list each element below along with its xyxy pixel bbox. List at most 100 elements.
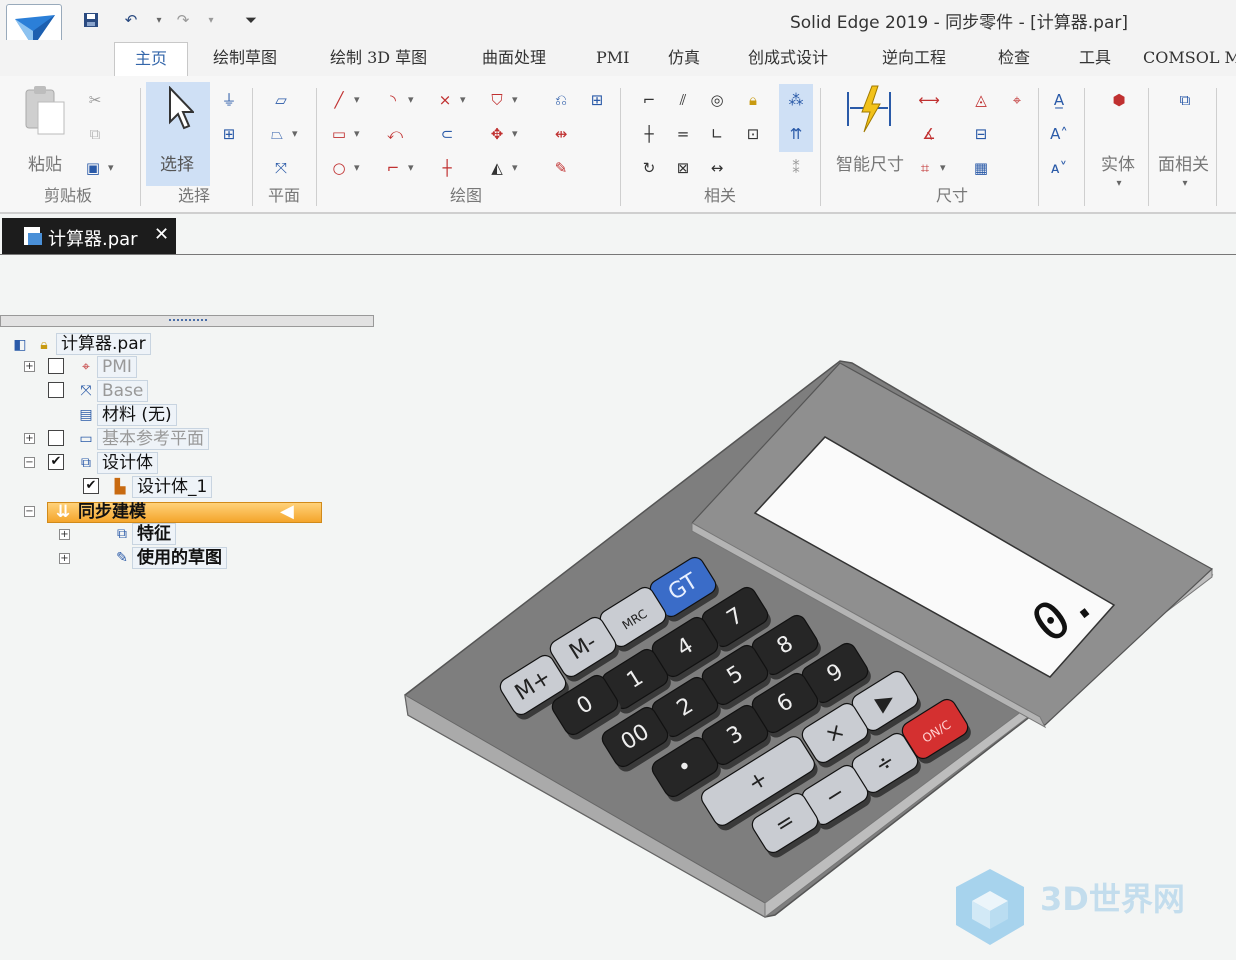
tab-reverse-engineering[interactable]: 逆向工程: [882, 42, 946, 74]
expand-features-icon[interactable]: +: [59, 529, 70, 540]
pathfinder-splitter[interactable]: [0, 315, 374, 327]
angle-between-icon[interactable]: ∡: [918, 124, 940, 144]
solid-dropdown-icon[interactable]: ▾: [1108, 174, 1130, 194]
tab-generative-design[interactable]: 创成式设计: [748, 42, 828, 74]
relationship-assistant-icon[interactable]: ⁑: [785, 158, 807, 178]
include-icon[interactable]: ⊞: [586, 90, 608, 110]
parallel-icon[interactable]: ⫽: [672, 90, 694, 110]
corner-icon[interactable]: ⌐: [382, 158, 414, 178]
fillet-icon[interactable]: ⤺: [384, 124, 406, 144]
format-painter-icon[interactable]: ▣: [82, 158, 114, 178]
move-icon[interactable]: ✥: [486, 124, 518, 144]
tree-item-material-label: 材料 (无): [97, 404, 177, 426]
close-icon[interactable]: ✕: [154, 224, 169, 245]
tree-root[interactable]: 计算器.par: [56, 333, 151, 355]
perpendicular-icon[interactable]: ⌐: [638, 90, 660, 110]
solid-label[interactable]: 实体: [1101, 150, 1135, 175]
dimension-table-icon[interactable]: ▦: [970, 158, 992, 178]
pmi-checkbox[interactable]: [48, 358, 64, 374]
arc-icon[interactable]: ◝: [382, 90, 413, 110]
collapse-design-body-icon[interactable]: −: [24, 457, 35, 468]
horizontal-vertical-icon[interactable]: ∟: [706, 124, 728, 144]
tab-tools[interactable]: 工具: [1079, 42, 1111, 74]
select-filter-icon[interactable]: ⏚: [218, 90, 240, 110]
decrease-text-icon[interactable]: ᴀ˅: [1048, 158, 1070, 178]
increase-text-icon[interactable]: A˄: [1048, 124, 1070, 144]
sketch-pencil-icon[interactable]: ✎: [550, 158, 572, 178]
tree-item-design-body-1[interactable]: 设计体_1: [132, 476, 213, 498]
collapse-sync-icon[interactable]: −: [24, 506, 35, 517]
calculator-model[interactable]: 0. GTMRCM-M+789456123000•▶×÷+ −=ON/C: [400, 355, 1215, 925]
undo-icon[interactable]: ↶: [120, 8, 142, 32]
features-icon: ⧉: [117, 526, 127, 542]
angular-coordinate-icon[interactable]: ◬: [970, 90, 992, 110]
paste-icon[interactable]: [22, 84, 68, 136]
undo-dropdown-icon[interactable]: ▾: [152, 8, 166, 32]
dimension-style-icon[interactable]: A̲: [1048, 90, 1070, 110]
tab-pmi[interactable]: PMI: [596, 42, 629, 74]
collapse-arrow-icon[interactable]: ◀: [280, 502, 294, 521]
tree-item-used-sketches[interactable]: 使用的草图: [132, 547, 227, 569]
tab-inspect[interactable]: 检查: [998, 42, 1030, 74]
rectangle-icon[interactable]: ▭: [328, 124, 360, 144]
mirror-icon[interactable]: ◭: [486, 158, 517, 178]
tab-comsol[interactable]: COMSOL Mul: [1143, 42, 1236, 74]
redo-dropdown-icon[interactable]: ▾: [204, 8, 218, 32]
tab-simulation[interactable]: 仿真: [668, 42, 700, 74]
connect-icon[interactable]: ┼: [638, 124, 660, 144]
tangent-icon[interactable]: ↻: [638, 158, 660, 178]
design-body-1-checkbox[interactable]: ✔: [83, 478, 99, 494]
concentric-icon[interactable]: ◎: [706, 90, 728, 110]
copy-icon[interactable]: ⧉: [84, 124, 106, 144]
save-icon[interactable]: [80, 8, 102, 32]
tree-item-features[interactable]: 特征: [132, 523, 176, 545]
ref-planes-checkbox[interactable]: [48, 430, 64, 446]
fill-icon[interactable]: ⛉: [486, 90, 517, 110]
lock-icon[interactable]: 🔒︎: [742, 90, 764, 110]
coordinate-dimension-icon[interactable]: ⌗: [914, 158, 946, 178]
expand-sketches-icon[interactable]: +: [59, 553, 70, 564]
smart-dimension-icon[interactable]: [844, 84, 894, 134]
distance-between-icon[interactable]: ⟷: [918, 90, 940, 110]
attach-dimension-icon[interactable]: ⌖: [1006, 90, 1028, 110]
tree-item-base[interactable]: Base: [97, 380, 149, 402]
tree-item-material[interactable]: 材料 (无): [97, 404, 177, 426]
group-separator: [1084, 88, 1085, 206]
expand-ref-planes-icon[interactable]: +: [24, 433, 35, 444]
extend-icon[interactable]: ┼: [436, 158, 458, 178]
symmetric-diameter-icon[interactable]: ⊟: [970, 124, 992, 144]
tree-item-design-body[interactable]: 设计体: [97, 452, 158, 474]
coincident-plane-icon[interactable]: ▱: [270, 90, 292, 110]
document-tab[interactable]: 计算器.par ✕: [2, 218, 176, 254]
face-relate-label[interactable]: 面相关: [1158, 150, 1209, 175]
face-relate-icon[interactable]: ⧉: [1174, 90, 1196, 110]
tab-surfacing[interactable]: 曲面处理: [482, 42, 546, 74]
project-icon[interactable]: ⎌: [550, 90, 572, 110]
tree-item-sync-modeling[interactable]: ⇊ 同步建模 ◀: [47, 502, 322, 523]
symmetry-icon[interactable]: ⇹: [550, 124, 572, 144]
tab-home[interactable]: 主页: [114, 42, 189, 76]
tab-draw-sketch[interactable]: 绘制草图: [213, 42, 277, 74]
offset-icon[interactable]: ⊂: [436, 124, 458, 144]
solid-icon[interactable]: ⬢: [1108, 90, 1130, 110]
circle-icon[interactable]: ○: [328, 158, 359, 178]
face-relate-dropdown-icon[interactable]: ▾: [1174, 174, 1196, 194]
redo-icon[interactable]: ↷: [172, 8, 194, 32]
customize-qat-icon[interactable]: ⏷: [240, 8, 262, 32]
trim-icon[interactable]: ⨯: [434, 90, 466, 110]
base-checkbox[interactable]: [48, 382, 64, 398]
tree-item-ref-planes[interactable]: 基本参考平面: [97, 428, 209, 450]
cut-icon[interactable]: ✂: [84, 90, 106, 110]
design-body-checkbox[interactable]: ✔: [48, 454, 64, 470]
line-icon[interactable]: ╱: [328, 90, 359, 110]
equal-icon[interactable]: =: [672, 124, 694, 144]
symmetric-relate-icon[interactable]: ⊠: [672, 158, 694, 178]
tree-item-pmi[interactable]: PMI: [97, 356, 137, 378]
rigid-set-icon[interactable]: ⊡: [742, 124, 764, 144]
coordinate-system-icon[interactable]: ⤧: [270, 158, 292, 178]
angled-plane-icon[interactable]: ⏢: [266, 124, 298, 144]
select-tools-icon[interactable]: ⊞: [218, 124, 240, 144]
expand-pmi-icon[interactable]: +: [24, 361, 35, 372]
collinear-icon[interactable]: ↔: [706, 158, 728, 178]
tab-3d-sketch[interactable]: 绘制 3D 草图: [330, 42, 427, 74]
